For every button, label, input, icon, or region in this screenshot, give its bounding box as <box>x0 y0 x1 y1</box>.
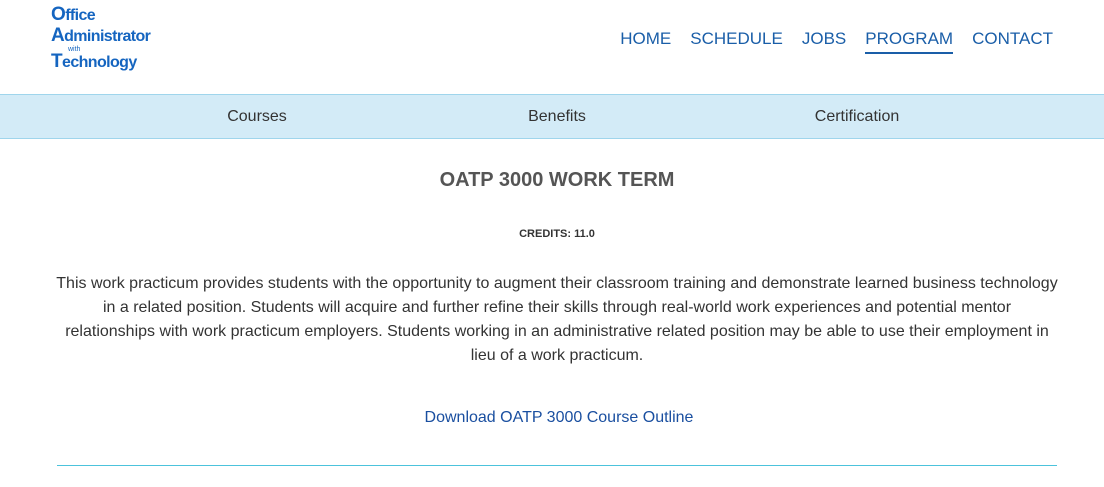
nav-contact[interactable]: CONTACT <box>972 29 1053 54</box>
course-description: This work practicum provides students wi… <box>56 275 1058 364</box>
subnav-courses[interactable]: Courses <box>227 108 287 126</box>
logo-line-technology: Technology <box>51 51 137 72</box>
subnav-benefits[interactable]: Benefits <box>528 108 586 126</box>
site-logo[interactable]: Office Administrator with Technology <box>51 4 171 74</box>
nav-program[interactable]: PROGRAM <box>865 29 954 54</box>
section-divider <box>57 465 1057 466</box>
program-subnav: Courses Benefits Certification <box>0 94 1104 139</box>
course-title: OATP 3000 WORK TERM <box>439 169 675 191</box>
download-container: Download OATP 3000 Course Outline <box>0 408 1104 428</box>
subnav-certification[interactable]: Certification <box>815 108 899 126</box>
nav-schedule[interactable]: SCHEDULE <box>690 29 783 54</box>
logo-line-with: with <box>68 46 81 53</box>
logo-line-office: Office <box>51 4 96 25</box>
nav-jobs[interactable]: JOBS <box>802 29 846 54</box>
nav-home[interactable]: HOME <box>620 29 671 54</box>
site-header: Office Administrator with Technology HOM… <box>0 0 1104 94</box>
download-outline-link[interactable]: Download OATP 3000 Course Outline <box>425 409 694 426</box>
main-nav: HOME SCHEDULE JOBS PROGRAM CONTACT <box>601 29 1053 54</box>
logo-line-administrator: Administrator <box>51 25 151 46</box>
course-credits: CREDITS: 11.0 <box>519 228 595 240</box>
